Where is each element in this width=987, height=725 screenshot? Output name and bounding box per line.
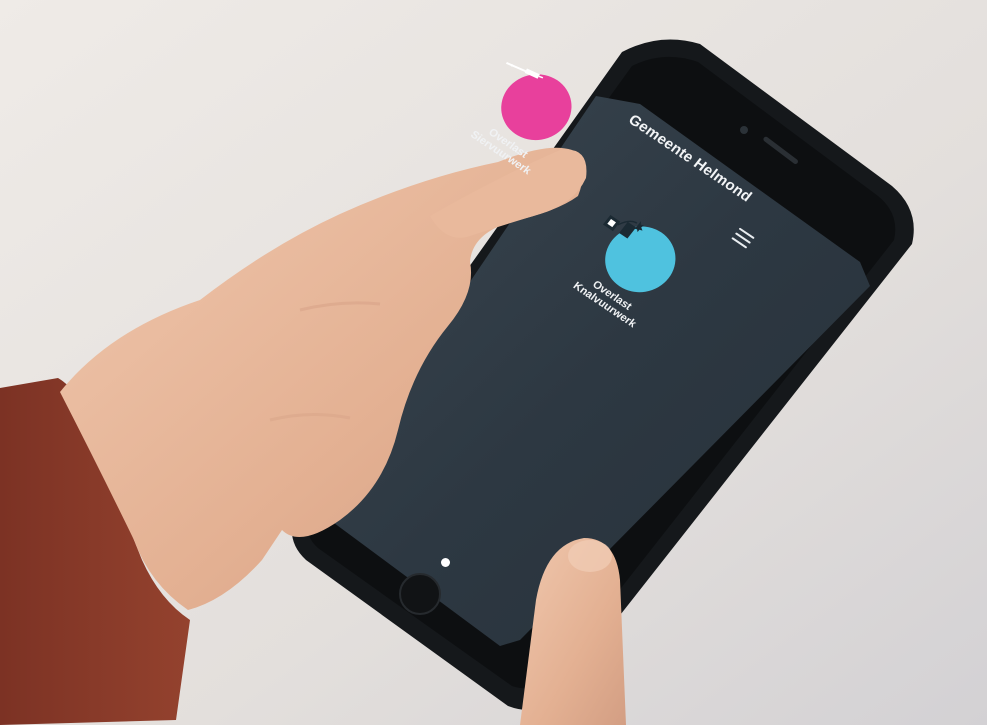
tile-overlast-siervuurwerk[interactable]: Overlast Siervuurwerk bbox=[451, 50, 603, 189]
home-button[interactable] bbox=[399, 573, 441, 615]
hamburger-menu-icon[interactable] bbox=[731, 227, 755, 249]
tile-overlast-knalvuurwerk[interactable]: Overlast Knalvuurwerk bbox=[555, 202, 707, 341]
page-dot-indicator bbox=[441, 558, 450, 567]
photo-scene: Gemeente Helmond Overlast Siervuurwerk O… bbox=[0, 0, 987, 725]
